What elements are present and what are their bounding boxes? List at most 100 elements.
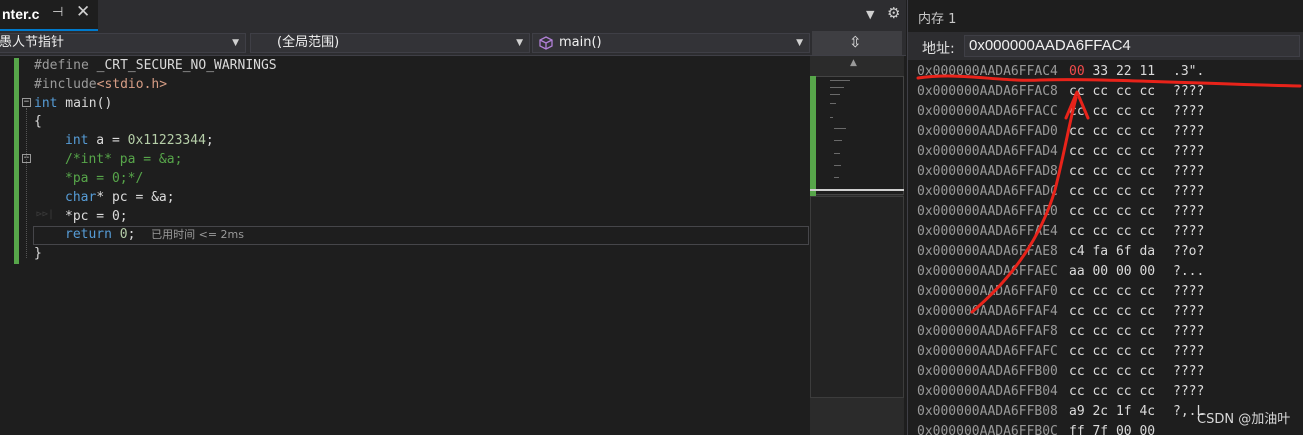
address-input[interactable]: 0x000000AADA6FFAC4 — [964, 35, 1300, 57]
editor-tab[interactable]: nter.c ⊣ ✕ — [0, 0, 98, 31]
memory-byte[interactable]: cc — [1139, 364, 1155, 379]
memory-byte[interactable]: cc — [1092, 324, 1108, 339]
code-editor[interactable]: − − ⊳⊳| #define _CRT_SECURE_NO_WARNINGS … — [0, 56, 810, 435]
memory-bytes[interactable]: ff 7f 00 00 — [1069, 422, 1173, 435]
memory-byte[interactable]: c4 — [1069, 244, 1085, 259]
memory-byte[interactable]: cc — [1139, 284, 1155, 299]
memory-byte[interactable]: cc — [1139, 144, 1155, 159]
memory-byte[interactable]: 6f — [1116, 244, 1132, 259]
memory-row[interactable]: 0x000000AADA6FFAF8 cc cc cc cc???? — [917, 322, 1204, 342]
memory-row[interactable]: 0x000000AADA6FFB0C ff 7f 00 00 — [917, 422, 1204, 435]
memory-byte[interactable]: cc — [1092, 84, 1108, 99]
memory-byte[interactable]: cc — [1092, 124, 1108, 139]
memory-byte[interactable]: cc — [1116, 164, 1132, 179]
memory-bytes[interactable]: cc cc cc cc — [1069, 122, 1173, 142]
memory-byte[interactable]: cc — [1139, 344, 1155, 359]
memory-row[interactable]: 0x000000AADA6FFAE0 cc cc cc cc???? — [917, 202, 1204, 222]
memory-bytes[interactable]: cc cc cc cc — [1069, 222, 1173, 242]
memory-row[interactable]: 0x000000AADA6FFAC8 cc cc cc cc???? — [917, 82, 1204, 102]
memory-byte[interactable]: cc — [1069, 184, 1085, 199]
memory-byte[interactable]: cc — [1139, 324, 1155, 339]
memory-bytes[interactable]: cc cc cc cc — [1069, 142, 1173, 162]
memory-byte[interactable]: cc — [1092, 304, 1108, 319]
memory-byte[interactable]: cc — [1139, 184, 1155, 199]
memory-bytes[interactable]: cc cc cc cc — [1069, 202, 1173, 222]
memory-row[interactable]: 0x000000AADA6FFAD0 cc cc cc cc???? — [917, 122, 1204, 142]
minimap-lower-region[interactable] — [810, 196, 904, 398]
editor-scrollbar-minimap[interactable]: ▲ — [810, 56, 904, 435]
memory-byte[interactable]: cc — [1139, 224, 1155, 239]
memory-byte[interactable]: ff — [1069, 424, 1085, 435]
memory-byte[interactable]: cc — [1116, 284, 1132, 299]
memory-byte[interactable]: cc — [1139, 124, 1155, 139]
memory-bytes[interactable]: cc cc cc cc — [1069, 362, 1173, 382]
memory-byte[interactable]: aa — [1069, 264, 1085, 279]
scroll-up-icon[interactable]: ▲ — [850, 58, 857, 68]
memory-byte[interactable]: cc — [1069, 104, 1085, 119]
memory-byte[interactable]: cc — [1092, 224, 1108, 239]
fold-toggle[interactable]: − — [22, 98, 31, 107]
function-dropdown[interactable]: main() ▼ — [532, 33, 810, 53]
memory-byte[interactable]: cc — [1116, 184, 1132, 199]
memory-byte[interactable]: 4c — [1139, 404, 1155, 419]
memory-byte[interactable]: cc — [1139, 204, 1155, 219]
memory-bytes[interactable]: cc cc cc cc — [1069, 82, 1173, 102]
memory-byte[interactable]: cc — [1092, 344, 1108, 359]
memory-byte[interactable]: cc — [1116, 204, 1132, 219]
memory-byte[interactable]: cc — [1092, 364, 1108, 379]
memory-byte[interactable]: cc — [1092, 144, 1108, 159]
memory-byte[interactable]: cc — [1116, 104, 1132, 119]
memory-bytes[interactable]: cc cc cc cc — [1069, 162, 1173, 182]
memory-byte[interactable]: cc — [1092, 184, 1108, 199]
memory-byte[interactable]: 00 — [1116, 424, 1132, 435]
memory-row[interactable]: 0x000000AADA6FFAC4 00 33 22 11.3". — [917, 62, 1204, 82]
memory-byte[interactable]: cc — [1139, 84, 1155, 99]
memory-bytes[interactable]: cc cc cc cc — [1069, 322, 1173, 342]
memory-byte[interactable]: 00 — [1069, 64, 1085, 79]
memory-byte[interactable]: cc — [1116, 364, 1132, 379]
memory-byte[interactable]: 00 — [1092, 264, 1108, 279]
memory-bytes[interactable]: cc cc cc cc — [1069, 302, 1173, 322]
memory-byte[interactable]: cc — [1069, 284, 1085, 299]
memory-byte[interactable]: cc — [1116, 384, 1132, 399]
memory-row[interactable]: 0x000000AADA6FFAEC aa 00 00 00?... — [917, 262, 1204, 282]
memory-byte[interactable]: cc — [1069, 384, 1085, 399]
memory-byte[interactable]: cc — [1069, 144, 1085, 159]
scope-dropdown[interactable]: (全局范围) ▼ — [250, 33, 530, 53]
memory-byte[interactable]: cc — [1116, 84, 1132, 99]
memory-row[interactable]: 0x000000AADA6FFAE8 c4 fa 6f da ??o? — [917, 242, 1204, 262]
memory-byte[interactable]: 7f — [1092, 424, 1108, 435]
memory-byte[interactable]: cc — [1069, 324, 1085, 339]
memory-byte[interactable]: 11 — [1139, 64, 1155, 79]
memory-byte[interactable]: cc — [1069, 344, 1085, 359]
memory-byte[interactable]: cc — [1092, 164, 1108, 179]
memory-bytes[interactable]: a9 2c 1f 4c — [1069, 402, 1173, 422]
memory-byte[interactable]: cc — [1092, 284, 1108, 299]
memory-bytes[interactable]: c4 fa 6f da — [1069, 242, 1173, 262]
memory-row[interactable]: 0x000000AADA6FFAFC cc cc cc cc???? — [917, 342, 1204, 362]
memory-byte[interactable]: cc — [1069, 364, 1085, 379]
memory-bytes[interactable]: cc cc cc cc — [1069, 282, 1173, 302]
memory-byte[interactable]: cc — [1116, 144, 1132, 159]
memory-byte[interactable]: da — [1139, 244, 1155, 259]
memory-bytes[interactable]: cc cc cc cc — [1069, 182, 1173, 202]
memory-row[interactable]: 0x000000AADA6FFAD4 cc cc cc cc???? — [917, 142, 1204, 162]
memory-byte[interactable]: cc — [1116, 304, 1132, 319]
memory-bytes[interactable]: cc cc cc cc — [1069, 102, 1173, 122]
close-icon[interactable]: ✕ — [76, 2, 90, 22]
pin-icon[interactable]: ⊣ — [52, 5, 63, 20]
memory-byte[interactable]: cc — [1139, 304, 1155, 319]
memory-byte[interactable]: fa — [1092, 244, 1108, 259]
memory-byte[interactable]: cc — [1069, 84, 1085, 99]
memory-byte[interactable]: cc — [1116, 324, 1132, 339]
memory-byte[interactable]: cc — [1116, 224, 1132, 239]
memory-byte[interactable]: cc — [1092, 204, 1108, 219]
memory-byte[interactable]: 1f — [1116, 404, 1132, 419]
memory-byte[interactable]: cc — [1092, 104, 1108, 119]
memory-bytes[interactable]: aa 00 00 00 — [1069, 262, 1173, 282]
memory-byte[interactable]: 2c — [1092, 404, 1108, 419]
memory-byte[interactable]: cc — [1069, 204, 1085, 219]
memory-row[interactable]: 0x000000AADA6FFB04 cc cc cc cc???? — [917, 382, 1204, 402]
memory-byte[interactable]: 00 — [1116, 264, 1132, 279]
memory-byte[interactable]: cc — [1139, 104, 1155, 119]
